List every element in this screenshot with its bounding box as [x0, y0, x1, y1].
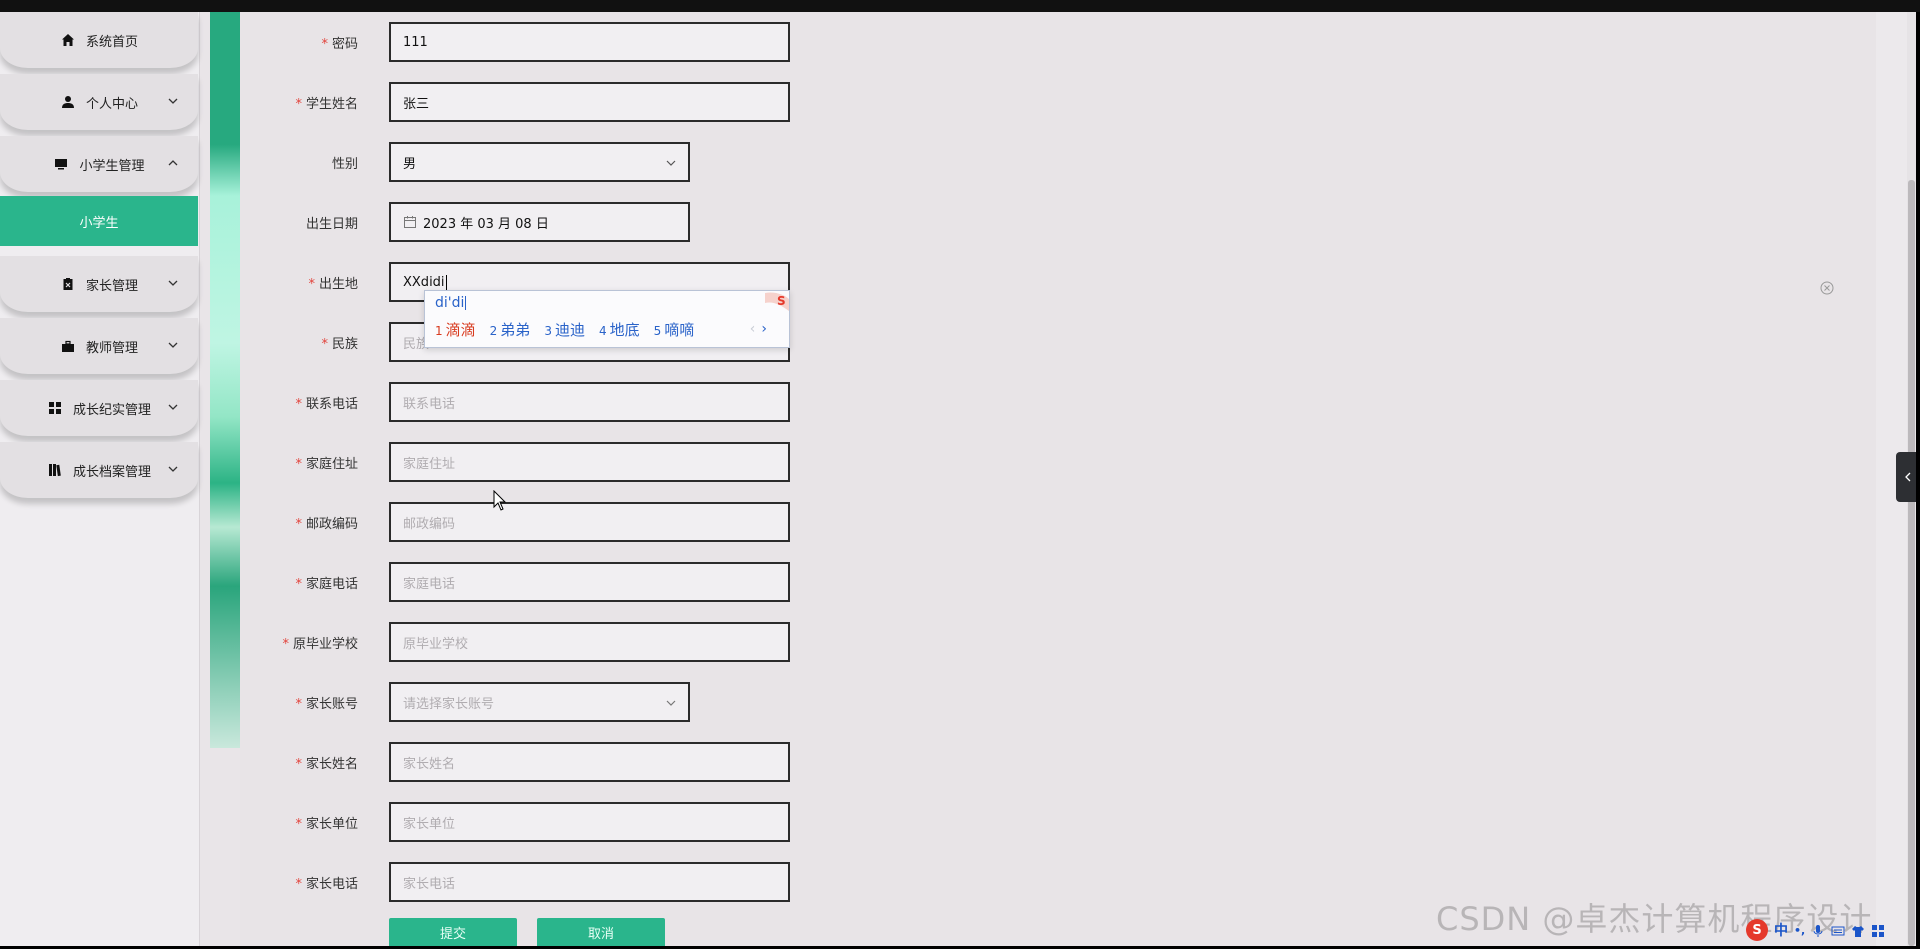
sogou-logo-icon: S: [755, 291, 789, 311]
punctuation-mode-icon[interactable]: •,: [1794, 924, 1805, 937]
sidebar-subitem-label: 小学生: [79, 215, 119, 231]
postcode-field[interactable]: 邮政编码: [389, 502, 790, 542]
form-content: * 密码 111 * 学生姓名 张三 性别 男 出生日期 2023 年 03 月 0…: [240, 12, 1876, 946]
sidebar-item-growth-record-management[interactable]: 成长纪实管理: [0, 380, 198, 436]
ime-candidate[interactable]: 5 嘀嘀: [654, 319, 695, 340]
user-icon: [60, 94, 76, 110]
ime-candidate[interactable]: 3 迪迪: [544, 319, 585, 340]
chevron-left-icon: [1903, 468, 1913, 487]
scrollbar-thumb[interactable]: [1908, 180, 1915, 946]
chevron-down-icon: [166, 462, 180, 476]
previous-school-field[interactable]: 原毕业学校: [389, 622, 790, 662]
sidebar-item-parent-management[interactable]: 家长管理: [0, 256, 198, 312]
home-icon: [60, 32, 76, 48]
submit-button[interactable]: 提交: [389, 918, 517, 946]
decorative-banner-strip: [210, 12, 240, 748]
briefcase-icon: [60, 338, 76, 354]
parent-name-field[interactable]: 家长姓名: [389, 742, 790, 782]
field-label: * 家长单位: [295, 816, 358, 832]
microphone-icon[interactable]: [1811, 923, 1825, 937]
chevron-down-icon: [166, 400, 180, 414]
text-caret: [445, 274, 447, 290]
sidebar-item-home[interactable]: 系统首页: [0, 12, 198, 68]
sogou-ime-icon[interactable]: S: [1746, 919, 1768, 941]
sidebar-item-label: 小学生管理: [79, 158, 145, 174]
grid-icon: [47, 400, 63, 416]
address-field[interactable]: 家庭住址: [389, 442, 790, 482]
mouse-cursor-icon: [493, 489, 507, 512]
app-window: 系统首页 个人中心 小学生管理 小学生 家长管理 教师管理 成长纪实管理 成长档…: [0, 12, 1916, 946]
home-phone-field[interactable]: 家庭电话: [389, 562, 790, 602]
sidebar-item-label: 成长纪实管理: [72, 402, 151, 418]
parent-work-field[interactable]: 家长单位: [389, 802, 790, 842]
sidebar-item-personal-center[interactable]: 个人中心: [0, 74, 198, 130]
field-label: * 家长电话: [295, 876, 358, 892]
field-label: * 原毕业学校: [282, 636, 358, 652]
student-name-field[interactable]: 张三: [389, 82, 790, 122]
field-label: * 邮政编码: [295, 516, 358, 532]
sidebar-subitem-student[interactable]: 小学生: [0, 196, 198, 246]
parent-phone-field[interactable]: 家长电话: [389, 862, 790, 902]
svg-text:S: S: [777, 294, 786, 308]
sidebar-item-growth-archive-management[interactable]: 成长档案管理: [0, 442, 198, 498]
sidebar-item-label: 系统首页: [85, 34, 138, 50]
field-label: * 联系电话: [295, 396, 358, 412]
field-label: 出生日期: [305, 216, 358, 232]
parent-account-select[interactable]: 请选择家长账号: [389, 682, 690, 722]
chevron-down-icon: [664, 156, 678, 170]
side-panel-toggle[interactable]: [1896, 452, 1916, 502]
field-label: * 学生姓名: [295, 96, 358, 112]
ime-pinyin: di'di: [435, 295, 467, 311]
chevron-down-icon: [664, 696, 678, 710]
field-label: * 出生地: [308, 276, 358, 292]
toolbox-icon[interactable]: [1871, 923, 1885, 937]
book-icon: [47, 462, 63, 478]
field-label: * 密码: [321, 36, 358, 52]
gender-select[interactable]: 男: [389, 142, 690, 182]
chevron-down-icon: [166, 94, 180, 108]
ime-candidate[interactable]: 1 滴滴: [435, 319, 476, 340]
sidebar-item-label: 个人中心: [85, 96, 138, 112]
field-label: * 家庭住址: [295, 456, 358, 472]
shirt-icon[interactable]: [1851, 923, 1865, 937]
field-label: 性别: [331, 156, 358, 172]
chevron-down-icon: [166, 276, 180, 290]
sidebar-item-teacher-management[interactable]: 教师管理: [0, 318, 198, 374]
monitor-icon: [53, 156, 69, 172]
sidebar-item-student-management[interactable]: 小学生管理: [0, 136, 198, 192]
ime-candidate[interactable]: 2 弟弟: [490, 319, 531, 340]
keyboard-icon[interactable]: [1831, 923, 1845, 937]
field-label: * 家长账号: [295, 696, 358, 712]
sidebar-item-label: 成长档案管理: [72, 464, 151, 480]
ime-mode-indicator[interactable]: 中: [1774, 920, 1788, 940]
ime-candidate[interactable]: 4 地底: [599, 319, 640, 340]
field-label: * 民族: [321, 336, 358, 352]
field-label: * 家长姓名: [295, 756, 358, 772]
calendar-icon: [403, 215, 417, 229]
chevron-up-icon: [166, 156, 180, 170]
close-circle-icon[interactable]: [1820, 280, 1834, 295]
ime-pager: ‹ ›: [750, 321, 767, 337]
sidebar-item-label: 家长管理: [85, 278, 138, 294]
sidebar: 系统首页 个人中心 小学生管理 小学生 家长管理 教师管理 成长纪实管理 成长档…: [0, 12, 200, 946]
window-top-bar: [0, 0, 1920, 12]
ime-prev-page-button[interactable]: ‹: [750, 321, 756, 337]
ime-candidate-list: 1 滴滴 2 弟弟 3 迪迪 4 地底 5 嘀嘀: [435, 319, 694, 340]
ime-candidate-window: di'di 1 滴滴 2 弟弟 3 迪迪 4 地底 5 嘀嘀 ‹ › S: [424, 290, 790, 348]
system-tray: S 中 •,: [1742, 918, 1920, 942]
clipboard-icon: [60, 276, 76, 292]
password-field[interactable]: 111: [389, 22, 790, 62]
phone-field[interactable]: 联系电话: [389, 382, 790, 422]
sidebar-item-label: 教师管理: [85, 340, 138, 356]
cancel-button[interactable]: 取消: [537, 918, 665, 946]
chevron-down-icon: [166, 338, 180, 352]
ime-next-page-button[interactable]: ›: [761, 321, 767, 337]
birth-date-picker[interactable]: 2023 年 03 月 08 日: [389, 202, 690, 242]
field-label: * 家庭电话: [295, 576, 358, 592]
